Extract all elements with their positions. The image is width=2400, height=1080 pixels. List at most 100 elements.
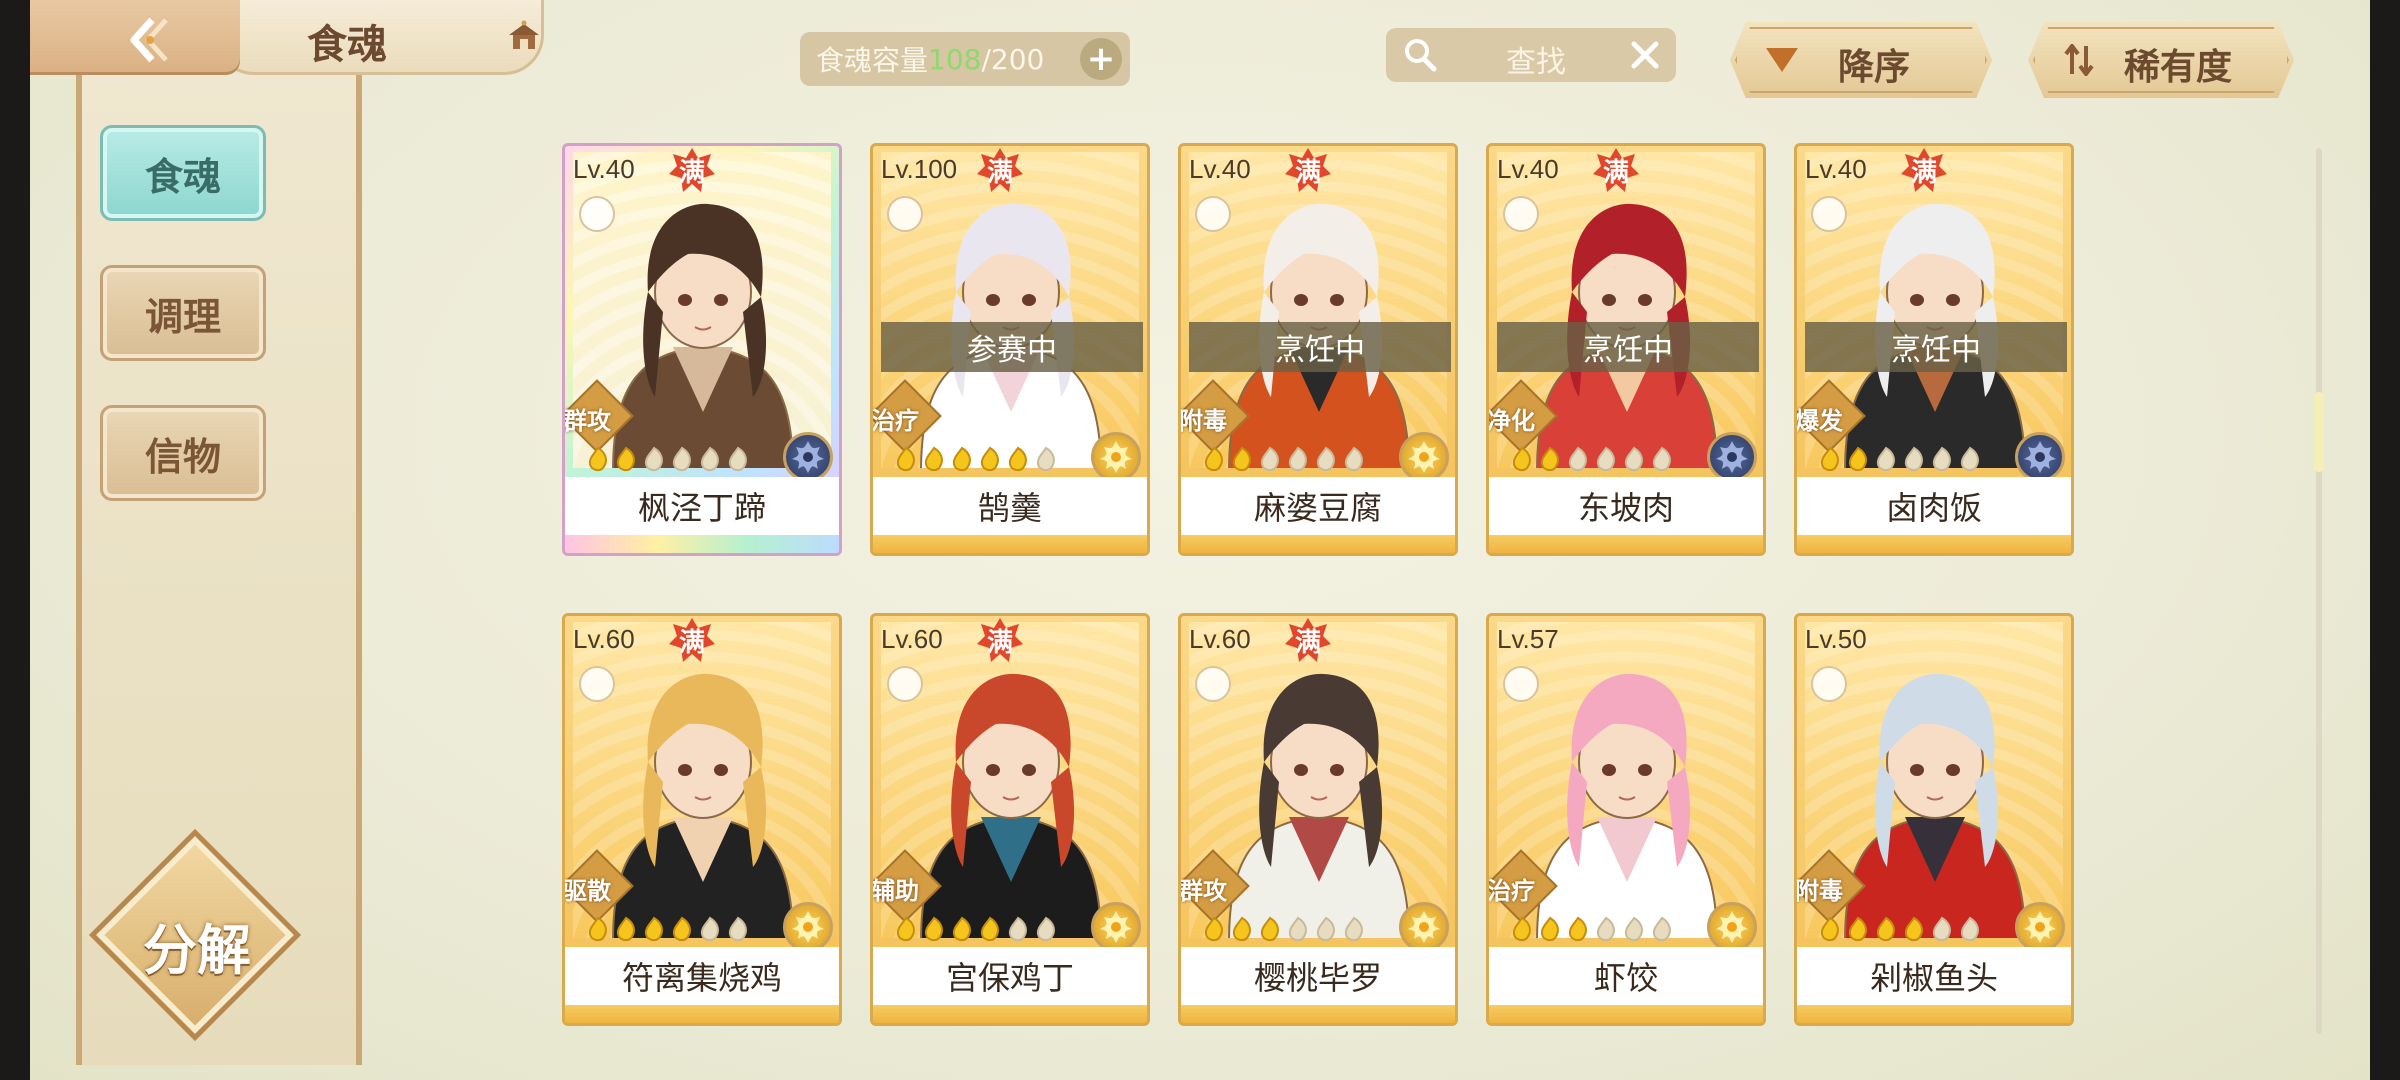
search-box[interactable]: 查找 [1386, 28, 1676, 82]
star-rating [1817, 916, 1983, 946]
star-empty-icon [1257, 446, 1283, 472]
food-soul-card[interactable]: Lv.60 满 群攻 樱桃毕罗 [1178, 613, 1458, 1026]
card-footer [1797, 1005, 2071, 1023]
max-level-badge: 满 [667, 616, 717, 666]
star-filled-icon [1537, 916, 1563, 942]
clear-icon[interactable] [1628, 38, 1662, 72]
dish-icon [579, 666, 615, 702]
star-empty-icon [1929, 916, 1955, 942]
sort-arrows-icon [2064, 44, 2094, 76]
role-badge: 附毒 [1181, 379, 1250, 453]
food-soul-card[interactable]: Lv.40 满 烹饪中 附毒 麻婆豆腐 [1178, 143, 1458, 556]
card-footer [565, 535, 839, 553]
food-soul-card[interactable]: Lv.40 满 烹饪中 爆发 卤肉饭 [1794, 143, 2074, 556]
element-icon [1091, 432, 1141, 482]
food-soul-card[interactable]: Lv.60 满 驱散 符离集烧鸡 [562, 613, 842, 1026]
star-filled-icon [1229, 446, 1255, 472]
level-label: Lv.57 [1497, 624, 1559, 654]
card-footer [1181, 1005, 1455, 1023]
element-icon [1399, 432, 1449, 482]
home-icon[interactable] [507, 20, 541, 54]
star-filled-icon [1845, 916, 1871, 942]
star-empty-icon [1033, 916, 1059, 942]
dish-icon [1503, 666, 1539, 702]
decompose-label[interactable]: 分解 [112, 906, 282, 985]
max-label: 满 [1294, 158, 1321, 188]
back-arrow-icon [130, 17, 168, 63]
card-footer [565, 1005, 839, 1023]
role-badge: 群攻 [565, 379, 634, 453]
max-level-badge: 满 [975, 616, 1025, 666]
role-badge: 辅助 [873, 849, 942, 923]
status-banner: 烹饪中 [1497, 322, 1759, 372]
element-icon [783, 432, 833, 482]
tab-food-souls[interactable]: 食魂 [100, 125, 266, 221]
max-level-badge: 满 [1591, 146, 1641, 196]
food-soul-card[interactable]: Lv.40 满 群攻 枫泾丁蹄 [562, 143, 842, 556]
max-level-badge: 满 [667, 146, 717, 196]
star-filled-icon [585, 916, 611, 942]
element-icon [2015, 432, 2065, 482]
level-label: Lv.100 [881, 154, 958, 184]
back-button[interactable] [122, 12, 178, 68]
star-empty-icon [1313, 446, 1339, 472]
star-filled-icon [1201, 916, 1227, 942]
star-filled-icon [977, 446, 1003, 472]
card-footer [873, 1005, 1147, 1023]
role-badge: 爆发 [1797, 379, 1866, 453]
role-label: 附毒 [1795, 877, 1843, 905]
level-label: Lv.50 [1805, 624, 1867, 654]
star-filled-icon [977, 916, 1003, 942]
sort-by-button[interactable]: 稀有度 [2028, 22, 2294, 98]
dish-icon [1811, 666, 1847, 702]
star-filled-icon [613, 916, 639, 942]
sort-order-button[interactable]: 降序 [1730, 22, 1992, 98]
food-soul-card[interactable]: Lv.57 治疗 虾饺 [1486, 613, 1766, 1026]
star-empty-icon [1593, 446, 1619, 472]
sort-order-label: 降序 [1838, 47, 1911, 88]
search-label: 查找 [1506, 45, 1566, 80]
capacity-label: 食魂容量 [816, 44, 929, 77]
role-label: 驱散 [563, 877, 611, 905]
level-label: Lv.60 [1189, 624, 1251, 654]
tab-tokens[interactable]: 信物 [100, 405, 266, 501]
expand-capacity-button[interactable]: + [1080, 38, 1122, 80]
star-empty-icon [697, 446, 723, 472]
food-soul-card[interactable]: Lv.50 附毒 剁椒鱼头 [1794, 613, 2074, 1026]
star-filled-icon [893, 916, 919, 942]
status-banner: 烹饪中 [1805, 322, 2067, 372]
food-soul-card[interactable]: Lv.60 满 辅助 宫保鸡丁 [870, 613, 1150, 1026]
food-soul-name: 樱桃毕罗 [1181, 947, 1455, 1005]
dish-icon [887, 666, 923, 702]
title-tab: 食魂 [214, 0, 544, 75]
dish-icon [579, 196, 615, 232]
max-label: 满 [678, 628, 705, 658]
star-empty-icon [1901, 446, 1927, 472]
star-filled-icon [669, 916, 695, 942]
star-filled-icon [1901, 916, 1927, 942]
card-footer [873, 535, 1147, 553]
star-filled-icon [1509, 916, 1535, 942]
card-footer [1489, 535, 1763, 553]
level-label: Lv.40 [1497, 154, 1559, 184]
level-label: Lv.40 [573, 154, 635, 184]
capacity-total: /200 [981, 42, 1045, 76]
capacity-current: 108 [928, 42, 982, 76]
food-soul-name: 符离集烧鸡 [565, 947, 839, 1005]
food-soul-card[interactable]: Lv.100 满 参赛中 治疗 鹄羹 [870, 143, 1150, 556]
max-label: 满 [678, 158, 705, 188]
star-filled-icon [893, 446, 919, 472]
food-soul-card[interactable]: Lv.40 满 烹饪中 净化 东坡肉 [1486, 143, 1766, 556]
element-icon [1091, 902, 1141, 952]
food-soul-name: 虾饺 [1489, 947, 1763, 1005]
food-soul-name: 麻婆豆腐 [1181, 477, 1455, 535]
star-filled-icon [1537, 446, 1563, 472]
role-badge: 治疗 [1489, 849, 1558, 923]
tab-cooking[interactable]: 调理 [100, 265, 266, 361]
scrollbar-thumb[interactable] [2314, 392, 2324, 472]
dish-icon [1503, 196, 1539, 232]
star-rating [1509, 916, 1675, 946]
star-rating [1201, 446, 1367, 476]
game-screen: 食魂 食魂容量 108 /200 + 查找 降序 稀有度 食魂 调理 信物 分解… [30, 0, 2370, 1080]
scrollbar-track[interactable] [2316, 148, 2322, 1034]
